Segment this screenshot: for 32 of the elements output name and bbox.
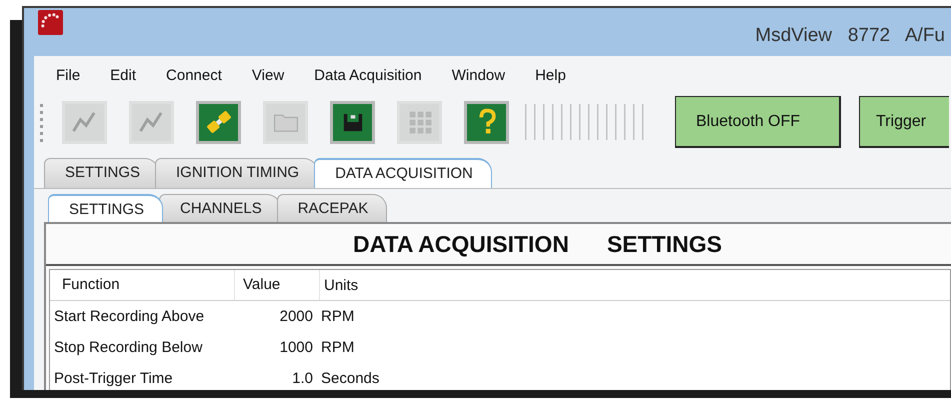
menu-item[interactable]: Edit xyxy=(110,66,136,84)
menu-item[interactable]: File xyxy=(56,66,80,84)
toolbar-button[interactable]: Bluetooth OFF xyxy=(675,96,841,148)
menu-item[interactable]: Window xyxy=(452,66,506,84)
help-icon[interactable] xyxy=(464,100,509,144)
table-cell-text: 1000 xyxy=(278,339,313,356)
menu-item[interactable]: Help xyxy=(535,66,566,84)
column-header[interactable]: Units xyxy=(320,276,358,294)
plug-icon[interactable] xyxy=(196,100,241,144)
table-cell-text: 1.0 xyxy=(291,370,313,387)
tab[interactable]: SETTINGS xyxy=(48,194,164,222)
tab[interactable]: RACEPAK xyxy=(276,194,388,222)
table-cell-text: RPM xyxy=(320,339,354,356)
heading-text: SETTINGS xyxy=(606,230,722,258)
column-header[interactable]: Value xyxy=(235,270,320,300)
menu-item[interactable]: Data Acquisition xyxy=(314,66,422,84)
menu-item[interactable]: View xyxy=(252,66,284,84)
grip-icon[interactable] xyxy=(40,102,44,142)
table-cell-text: Post-Trigger Time xyxy=(53,370,174,387)
table-cell-text: 2000 xyxy=(278,308,313,325)
window-title: MsdView 8772 A/Fu xyxy=(755,25,945,47)
floppy-icon[interactable] xyxy=(330,100,375,144)
table-cell-text: Start Recording Above xyxy=(53,308,206,325)
table-cell-text: Stop Recording Below xyxy=(53,339,204,356)
heading-text: DATA ACQUISITION xyxy=(353,230,569,258)
table-cell-text: RPM xyxy=(320,308,354,325)
menu-item[interactable]: Connect xyxy=(166,66,222,84)
tab[interactable]: DATA ACQUISITION xyxy=(314,158,492,188)
column-header[interactable]: Function xyxy=(50,270,235,300)
table-cell-text: Seconds xyxy=(320,370,380,387)
toolbar-button[interactable]: Trigger xyxy=(859,96,949,148)
app-icon xyxy=(38,10,63,34)
